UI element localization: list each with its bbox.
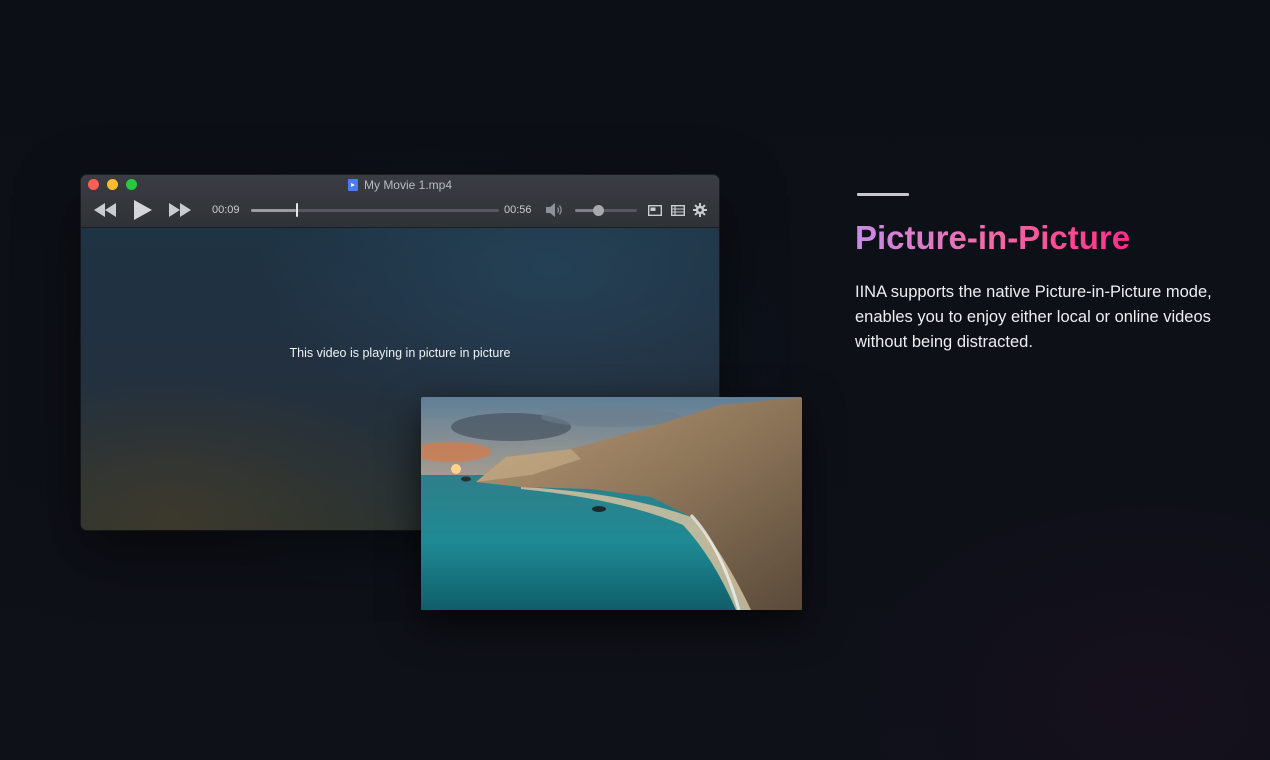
fast-forward-button[interactable] [166,199,194,221]
video-file-icon [347,179,358,191]
coastal-cliff-video-frame [421,397,802,610]
seek-bar-handle[interactable] [295,203,298,217]
gear-icon [693,203,707,217]
playlist-button[interactable] [670,199,686,221]
total-duration: 00:56 [504,204,532,216]
playlist-icon [671,204,685,216]
pip-status-message: This video is playing in picture in pict… [289,346,511,360]
current-time: 00:09 [212,204,240,216]
speaker-icon [546,203,562,217]
feature-headline: Picture-in-Picture [855,216,1130,260]
volume-slider-handle[interactable] [592,205,604,216]
settings-button[interactable] [692,199,708,221]
pip-video-window[interactable] [421,397,802,610]
heading-divider [857,193,909,196]
feature-description: IINA supports the native Picture-in-Pict… [855,283,1212,351]
seek-bar[interactable] [251,203,499,217]
picture-in-picture-button[interactable] [647,199,663,221]
window-title-text: My Movie 1.mp4 [363,178,453,192]
player-titlebar: My Movie 1.mp4 00:09 00:56 [81,175,719,228]
volume-button[interactable] [545,199,565,221]
window-title: My Movie 1.mp4 [81,177,719,193]
play-button[interactable] [130,199,154,221]
play-icon [134,200,152,220]
pip-icon [648,204,662,216]
seek-bar-progress [251,209,296,212]
fast-forward-icon [169,203,191,217]
volume-slider[interactable] [575,205,637,216]
rewind-icon [94,203,116,217]
rewind-button[interactable] [91,199,119,221]
